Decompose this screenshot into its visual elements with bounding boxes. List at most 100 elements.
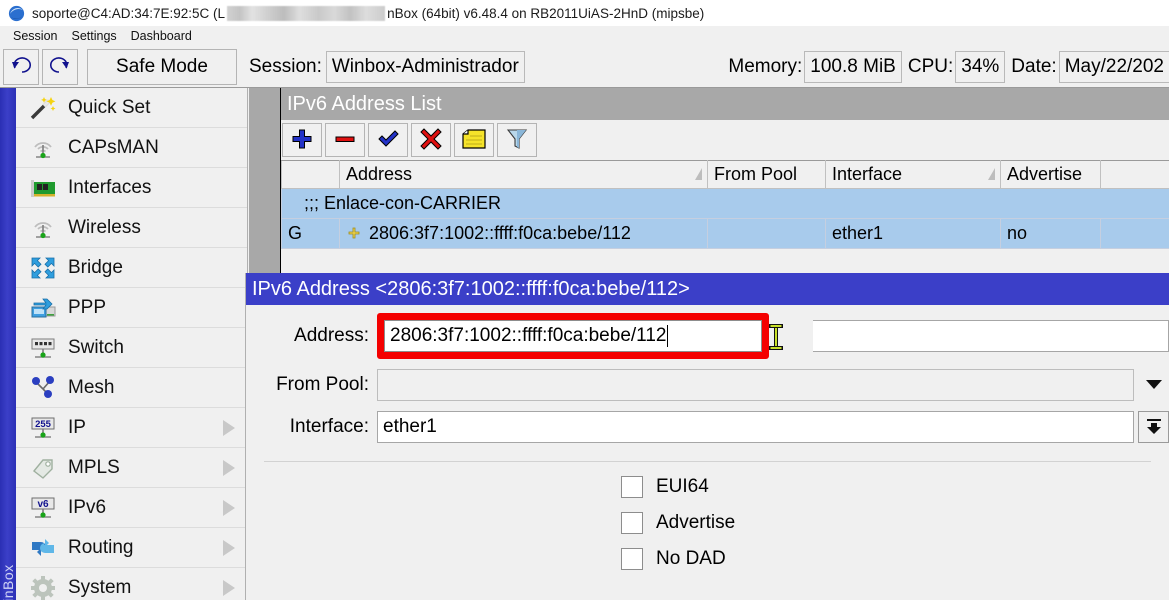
cell-from-pool bbox=[708, 219, 826, 249]
sidebar-item-ppp[interactable]: PPP bbox=[16, 288, 247, 328]
redacted-title-block bbox=[227, 6, 385, 21]
note-icon bbox=[461, 128, 487, 153]
column-header-extra[interactable] bbox=[1101, 161, 1169, 189]
antenna-icon bbox=[28, 214, 58, 242]
mpls-tag-icon bbox=[28, 454, 58, 482]
chevron-right-icon bbox=[223, 500, 235, 516]
ipv6-address-list-title: IPv6 Address List bbox=[281, 88, 1169, 120]
eui64-row: EUI64 bbox=[246, 476, 1169, 498]
mesh-nodes-icon bbox=[28, 374, 58, 402]
menu-item-dashboard[interactable]: Dashboard bbox=[124, 28, 199, 44]
window-title: soporte@C4:AD:34:7E:92:5C (L nBox (64bit… bbox=[32, 6, 704, 21]
menu-item-session[interactable]: Session bbox=[6, 28, 64, 44]
check-icon bbox=[376, 127, 400, 154]
table-row[interactable]: G 2806:3f7:1002::ffff:f0ca:bebe/112 bbox=[282, 219, 1169, 249]
menu-item-settings[interactable]: Settings bbox=[64, 28, 123, 44]
sidebar-item-mpls[interactable]: MPLS bbox=[16, 448, 247, 488]
arrow-down-bar-icon bbox=[1144, 416, 1164, 439]
ipv6-address-table: Address From Pool Interface Advertise ;;… bbox=[281, 160, 1169, 249]
sidebar-item-switch[interactable]: Switch bbox=[16, 328, 247, 368]
ipv6-address-list-window: IPv6 Address List bbox=[281, 88, 1169, 273]
cell-address: 2806:3f7:1002::ffff:f0ca:bebe/112 bbox=[340, 219, 708, 249]
sidebar-item-bridge[interactable]: Bridge bbox=[16, 248, 247, 288]
sidebar-item-label: Quick Set bbox=[68, 97, 150, 119]
sidebar-item-wireless[interactable]: Wireless bbox=[16, 208, 247, 248]
eui64-checkbox[interactable] bbox=[621, 476, 643, 498]
antenna-icon bbox=[28, 134, 58, 162]
remove-button[interactable] bbox=[325, 123, 365, 157]
table-comment-row[interactable]: ;;; Enlace-con-CARRIER bbox=[282, 189, 1169, 219]
comment-button[interactable] bbox=[454, 123, 494, 157]
enable-button[interactable] bbox=[368, 123, 408, 157]
column-header-flags[interactable] bbox=[282, 161, 340, 189]
sidebar-item-ip[interactable]: 255 IP bbox=[16, 408, 247, 448]
eui64-label: EUI64 bbox=[656, 476, 709, 498]
plus-icon bbox=[290, 127, 314, 154]
safe-mode-button[interactable]: Safe Mode bbox=[87, 49, 237, 85]
column-header-interface[interactable]: Interface bbox=[826, 161, 1001, 189]
sidebar-item-quick-set[interactable]: Quick Set bbox=[16, 88, 247, 128]
address-label: Address: bbox=[246, 325, 377, 347]
switch-icon bbox=[28, 334, 58, 362]
column-header-advertise[interactable]: Advertise bbox=[1001, 161, 1101, 189]
add-button[interactable] bbox=[282, 123, 322, 157]
address-input[interactable]: 2806:3f7:1002::ffff:f0ca:bebe/112 bbox=[384, 320, 762, 352]
undo-arrow-icon bbox=[9, 54, 33, 79]
winbox-side-strip: WinBox bbox=[0, 88, 16, 600]
sidebar-item-ipv6[interactable]: v6 IPv6 bbox=[16, 488, 247, 528]
table-header-row: Address From Pool Interface Advertise bbox=[282, 161, 1169, 189]
interface-label: Interface: bbox=[246, 416, 377, 438]
column-header-address[interactable]: Address bbox=[340, 161, 708, 189]
sidebar-item-label: IPv6 bbox=[68, 497, 106, 519]
sidebar-item-routing[interactable]: Routing bbox=[16, 528, 247, 568]
gear-icon bbox=[28, 574, 58, 600]
interface-input[interactable]: ether1 bbox=[377, 411, 1134, 443]
sort-indicator-icon bbox=[988, 168, 995, 180]
advertise-checkbox[interactable] bbox=[621, 512, 643, 534]
funnel-icon bbox=[505, 127, 529, 154]
winbox-globe-icon bbox=[8, 5, 25, 22]
sidebar-item-label: Wireless bbox=[68, 217, 141, 239]
sidebar-item-interfaces[interactable]: Interfaces bbox=[16, 168, 247, 208]
chevron-right-icon bbox=[223, 540, 235, 556]
undo-button[interactable] bbox=[3, 49, 39, 85]
session-label: Session: bbox=[249, 56, 322, 78]
sidebar-item-label: System bbox=[68, 577, 131, 599]
advertise-row: Advertise bbox=[246, 512, 1169, 534]
no-dad-checkbox[interactable] bbox=[621, 548, 643, 570]
date-value: May/22/202 bbox=[1059, 51, 1169, 83]
address-input-value: 2806:3f7:1002::ffff:f0ca:bebe/112 bbox=[390, 325, 666, 347]
toolbar-status-group: Memory: 100.8 MiB CPU: 34% Date: May/22/… bbox=[716, 51, 1169, 83]
dialog-separator bbox=[264, 461, 1151, 462]
interface-dropdown-button[interactable] bbox=[1138, 411, 1169, 443]
winbox-window: soporte@C4:AD:34:7E:92:5C (L nBox (64bit… bbox=[0, 0, 1169, 600]
routing-arrows-icon bbox=[28, 534, 58, 562]
sidebar-item-mesh[interactable]: Mesh bbox=[16, 368, 247, 408]
address-row: Address: 2806:3f7:1002::ffff:f0ca:bebe/1… bbox=[246, 313, 1169, 359]
session-value[interactable]: Winbox-Administrador bbox=[326, 51, 525, 83]
sidebar-item-label: Routing bbox=[68, 537, 134, 559]
from-pool-dropdown-button[interactable] bbox=[1138, 369, 1169, 401]
date-label: Date: bbox=[1011, 56, 1056, 78]
text-ibeam-cursor-icon bbox=[766, 322, 786, 352]
cell-flags: G bbox=[282, 219, 340, 249]
cell-advertise: no bbox=[1001, 219, 1101, 249]
ppp-monitor-icon bbox=[28, 294, 58, 322]
disable-button[interactable] bbox=[411, 123, 451, 157]
cpu-value: 34% bbox=[955, 51, 1005, 83]
ipv6-address-dialog: IPv6 Address <2806:3f7:1002::ffff:f0ca:b… bbox=[245, 273, 1169, 600]
sidebar-item-label: Switch bbox=[68, 337, 124, 359]
sidebar-item-system[interactable]: System bbox=[16, 568, 247, 600]
sidebar-item-label: CAPsMAN bbox=[68, 137, 159, 159]
memory-label: Memory: bbox=[728, 56, 802, 78]
address-field-extension[interactable] bbox=[813, 320, 1169, 352]
from-pool-input[interactable] bbox=[377, 369, 1134, 401]
chevron-right-icon bbox=[223, 580, 235, 596]
column-header-from-pool[interactable]: From Pool bbox=[708, 161, 826, 189]
redo-button[interactable] bbox=[42, 49, 78, 85]
list-window-left-gutter bbox=[249, 88, 281, 273]
dialog-titlebar: IPv6 Address <2806:3f7:1002::ffff:f0ca:b… bbox=[246, 273, 1169, 305]
sidebar-item-capsman[interactable]: CAPsMAN bbox=[16, 128, 247, 168]
filter-button[interactable] bbox=[497, 123, 537, 157]
sidebar-item-label: PPP bbox=[68, 297, 106, 319]
